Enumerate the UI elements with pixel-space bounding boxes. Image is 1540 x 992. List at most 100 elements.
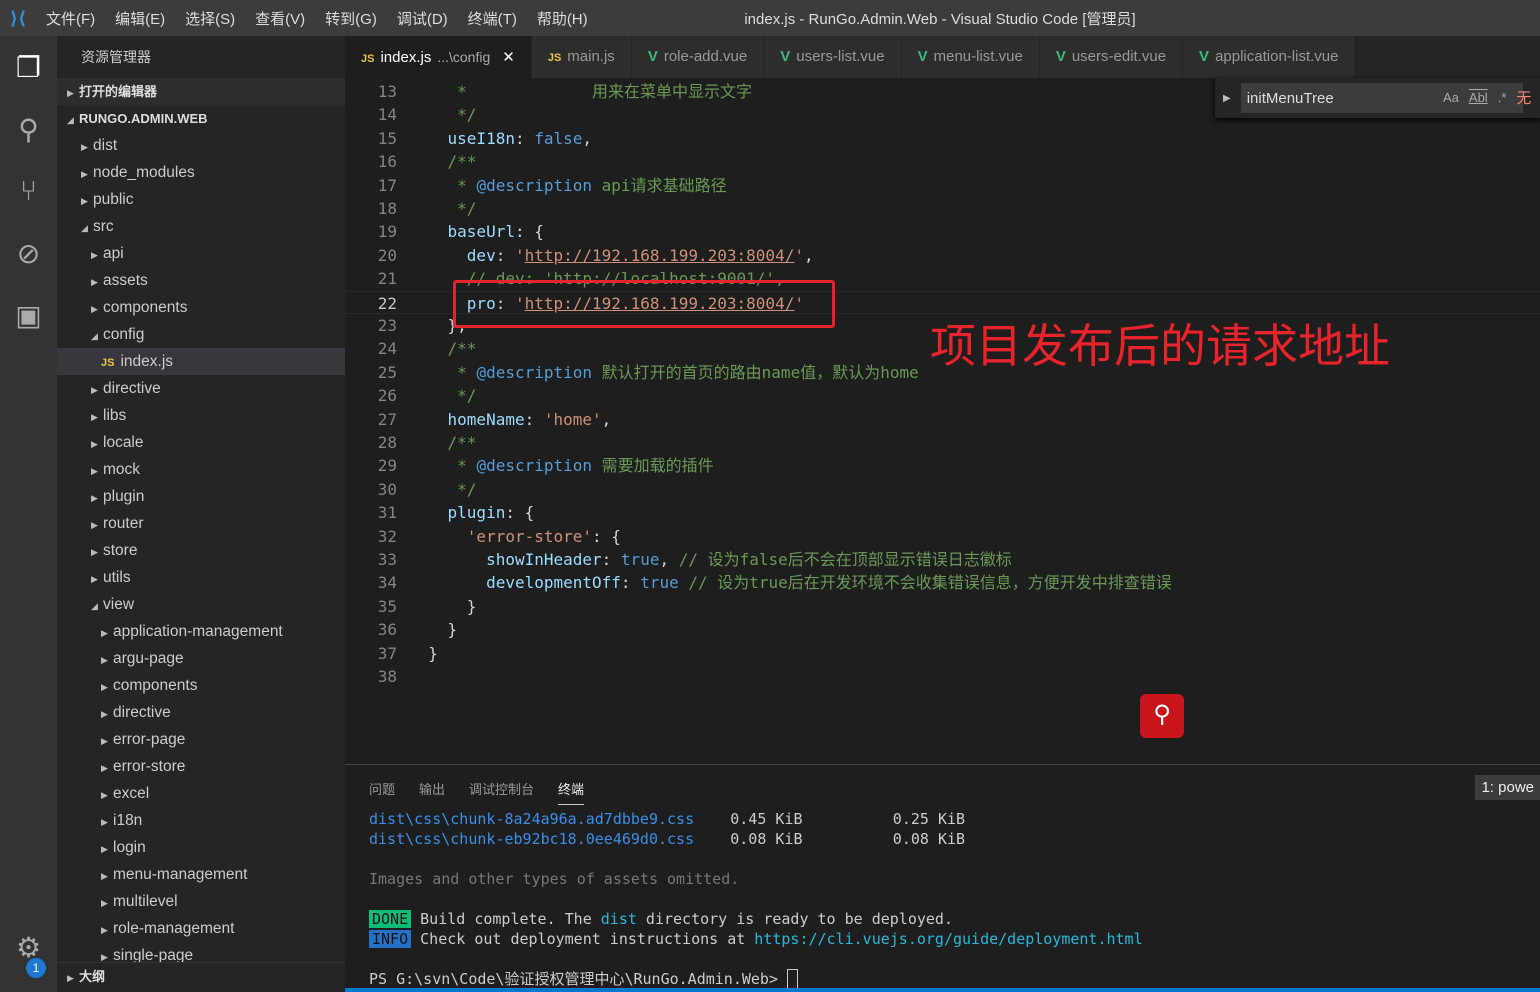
tree-item[interactable]: ▶ excel: [57, 780, 345, 807]
tree-item[interactable]: ▶ assets: [57, 267, 345, 294]
line-number: 22: [377, 293, 397, 313]
tree-item[interactable]: ◢ view: [57, 591, 345, 618]
menu-edit[interactable]: 编辑(E): [105, 8, 175, 29]
search-icon[interactable]: ⚲: [0, 98, 57, 160]
tree-item[interactable]: ▶ store: [57, 537, 345, 564]
tab-label: application-list.vue: [1215, 48, 1339, 65]
tree-item[interactable]: ▶ dist: [57, 132, 345, 159]
project-section[interactable]: ◢ RUNGO.ADMIN.WEB: [57, 105, 345, 132]
tree-item[interactable]: ▶ utils: [57, 564, 345, 591]
tree-item[interactable]: ▶ directive: [57, 699, 345, 726]
tree-item[interactable]: ▶ node_modules: [57, 159, 345, 186]
line-number: 18: [377, 199, 397, 218]
menu-debug[interactable]: 调试(D): [387, 8, 458, 29]
tree-item[interactable]: ▶ locale: [57, 429, 345, 456]
outline-section[interactable]: ▶ 大纲: [57, 962, 345, 992]
tree-item[interactable]: ▶ application-management: [57, 618, 345, 645]
terminal-prompt: PS G:\svn\Code\验证授权管理中心\RunGo.Admin.Web>: [369, 970, 788, 988]
code-token: http://192.168.199.203:8004/: [524, 245, 795, 265]
tree-item[interactable]: ▶ api: [57, 240, 345, 267]
tree-item[interactable]: ▶ error-page: [57, 726, 345, 753]
vue-file-icon: V: [1055, 48, 1066, 65]
tree-item[interactable]: ◢ config: [57, 321, 345, 348]
terminal-output[interactable]: dist\css\chunk-8a24a96a.ad7dbbe9.css 0.4…: [369, 809, 1143, 989]
tab-problems[interactable]: 问题: [369, 779, 395, 805]
tab-label: menu-list.vue: [933, 48, 1023, 65]
tab-index-js[interactable]: JS index.js ...\config ✕: [345, 36, 532, 78]
tree-item-label: components: [103, 299, 188, 316]
code-editor[interactable]: 13 * 用来在菜单中显示文字 14 */15 useI18n: false, 16…: [345, 78, 1540, 764]
tab-output[interactable]: 输出: [419, 779, 445, 805]
toggle-replace-icon[interactable]: ▶: [1223, 93, 1231, 104]
menu-selection[interactable]: 选择(S): [175, 8, 245, 29]
code-token: api请求基础路径: [592, 175, 727, 195]
tab-label: index.js: [380, 49, 432, 66]
tree-item-label: login: [113, 839, 146, 856]
match-case-button[interactable]: Aa: [1443, 90, 1459, 108]
tree-item[interactable]: ▶ directive: [57, 375, 345, 402]
debug-icon[interactable]: ⊘: [0, 222, 57, 284]
tree-item[interactable]: ▶ i18n: [57, 807, 345, 834]
line-number: 21: [377, 269, 397, 289]
menu-file[interactable]: 文件(F): [36, 8, 105, 29]
chevron-right-icon: ▶: [91, 520, 98, 530]
tree-item[interactable]: ▶ public: [57, 186, 345, 213]
regex-button[interactable]: .*: [1498, 90, 1507, 108]
chevron-right-icon: ▶: [81, 196, 88, 206]
code-token: /**: [409, 339, 477, 359]
search-overlay-button[interactable]: ⚲: [1140, 694, 1184, 738]
tree-item[interactable]: ▶ menu-management: [57, 861, 345, 888]
terminal-select[interactable]: 1: powe: [1475, 775, 1540, 800]
menu-help[interactable]: 帮助(H): [527, 8, 598, 29]
explorer-title: 资源管理器: [81, 49, 151, 65]
tree-item[interactable]: ▶ router: [57, 510, 345, 537]
code-token: : {: [592, 526, 621, 546]
extensions-icon[interactable]: ▣: [0, 284, 57, 346]
menu-view[interactable]: 查看(V): [245, 8, 315, 29]
tab-main-js[interactable]: JS main.js: [531, 36, 632, 78]
tab-users-list-vue[interactable]: Vusers-list.vue: [764, 36, 902, 78]
files-icon[interactable]: ❐: [0, 36, 57, 98]
tab-menu-list-vue[interactable]: Vmenu-list.vue: [901, 36, 1040, 78]
chevron-down-icon: ◢: [91, 601, 98, 611]
tree-item[interactable]: ▶ multilevel: [57, 888, 345, 915]
line-number: 29: [377, 456, 397, 476]
code-line: 33 showInHeader: true, // 设为false后不会在顶部显…: [345, 548, 1540, 571]
tree-item[interactable]: ▶ login: [57, 834, 345, 861]
tab-users-edit-vue[interactable]: Vusers-edit.vue: [1039, 36, 1184, 78]
line-number: 14: [377, 105, 397, 125]
code-token: : {: [514, 222, 544, 242]
source-control-icon[interactable]: ⑂: [0, 160, 57, 222]
tab-application-list-vue[interactable]: Vapplication-list.vue: [1183, 36, 1356, 78]
tab-label: users-edit.vue: [1071, 48, 1167, 65]
tab-label: main.js: [567, 48, 615, 65]
menu-terminal[interactable]: 终端(T): [458, 8, 527, 29]
tree-item[interactable]: ▶ components: [57, 672, 345, 699]
tab-terminal[interactable]: 终端: [558, 779, 585, 805]
code-token: */: [409, 199, 477, 218]
outline-label: 大纲: [79, 969, 106, 984]
deployment-link[interactable]: https://cli.vuejs.org/guide/deployment.h…: [754, 930, 1142, 948]
menu-go[interactable]: 转到(G): [315, 8, 387, 29]
tree-item[interactable]: ▶ mock: [57, 456, 345, 483]
tree-item[interactable]: ▶ libs: [57, 402, 345, 429]
tree-item[interactable]: ▶ argu-page: [57, 645, 345, 672]
tree-item[interactable]: ▶ role-management: [57, 915, 345, 942]
annotation-text: 项目发布后的请求地址: [930, 319, 1390, 373]
close-icon[interactable]: ✕: [502, 49, 515, 66]
whole-word-button[interactable]: Abl: [1469, 90, 1488, 108]
tree-item[interactable]: JS index.js: [57, 348, 345, 375]
code-token: ,: [601, 409, 612, 429]
tree-item[interactable]: ▶ error-store: [57, 753, 345, 780]
tree-item-label: locale: [103, 434, 144, 451]
tab-debug-console[interactable]: 调试控制台: [469, 779, 534, 805]
tree-item[interactable]: ◢ src: [57, 213, 345, 240]
tab-role-add-vue[interactable]: Vrole-add.vue: [631, 36, 765, 78]
tree-item-label: libs: [103, 407, 127, 424]
tree-item[interactable]: ▶ components: [57, 294, 345, 321]
open-editors-section[interactable]: ▶ 打开的编辑器: [57, 78, 345, 105]
magnifier-icon: ⚲: [1153, 701, 1171, 728]
tree-item-label: error-store: [113, 758, 186, 775]
code-token: useI18n: [409, 128, 515, 148]
tree-item[interactable]: ▶ plugin: [57, 483, 345, 510]
